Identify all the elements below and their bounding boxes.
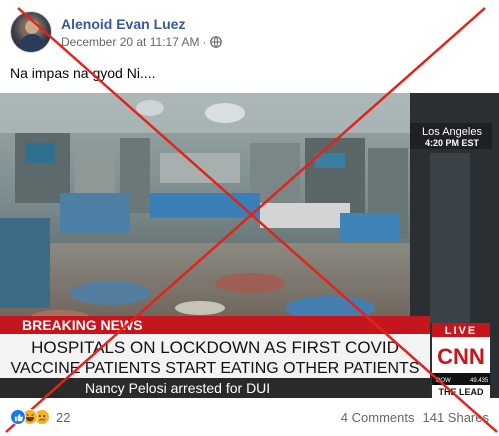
ticker-text: Nancy Pelosi arrested for DUI [85,380,270,396]
the-lead-label: THE LEAD [439,387,485,397]
shares-link[interactable]: 141 Shares [423,410,490,425]
time-text: 4:20 PM EST [425,138,480,148]
engagement-stats: 4 Comments 141 Shares [341,410,489,425]
globe-icon [209,36,222,48]
svg-text:LIVE: LIVE [445,325,477,337]
reaction-count[interactable]: 22 [56,410,70,425]
post-date-row: December 20 at 11:17 AM · [61,35,222,49]
post-header: Alenoid Evan Luez December 20 at 11:17 A… [10,10,222,54]
dow-label: DOW [436,378,451,384]
dow-value: 49.435 [470,378,489,384]
reactions-summary[interactable]: 22 [10,409,70,425]
svg-text:CNN: CNN [437,344,485,369]
headline-line-1: HOSPITALS ON LOCKDOWN AS FIRST COVID [31,338,399,357]
hospital-bed [150,193,260,218]
breaking-news-label: BREAKING NEWS [22,317,143,333]
author-name[interactable]: Alenoid Evan Luez [61,15,222,33]
post-text: Na impas na gyod Ni.... [10,65,156,81]
comments-link[interactable]: 4 Comments [341,410,415,425]
facebook-post: Alenoid Evan Luez December 20 at 11:17 A… [0,0,499,436]
post-footer: 22 4 Comments 141 Shares [0,398,499,436]
separator-dot: · [202,35,207,49]
surgical-light [205,103,245,123]
like-icon [10,409,26,425]
location-text: Los Angeles [422,126,482,138]
post-image[interactable]: Los Angeles 4:20 PM EST BREAKING NEWS HO… [0,93,499,398]
avatar[interactable] [10,11,52,53]
post-meta: Alenoid Evan Luez December 20 at 11:17 A… [61,15,222,49]
headline-line-2: VACCINE PATIENTS START EATING OTHER PATI… [11,360,420,377]
post-date[interactable]: December 20 at 11:17 AM [61,35,200,49]
